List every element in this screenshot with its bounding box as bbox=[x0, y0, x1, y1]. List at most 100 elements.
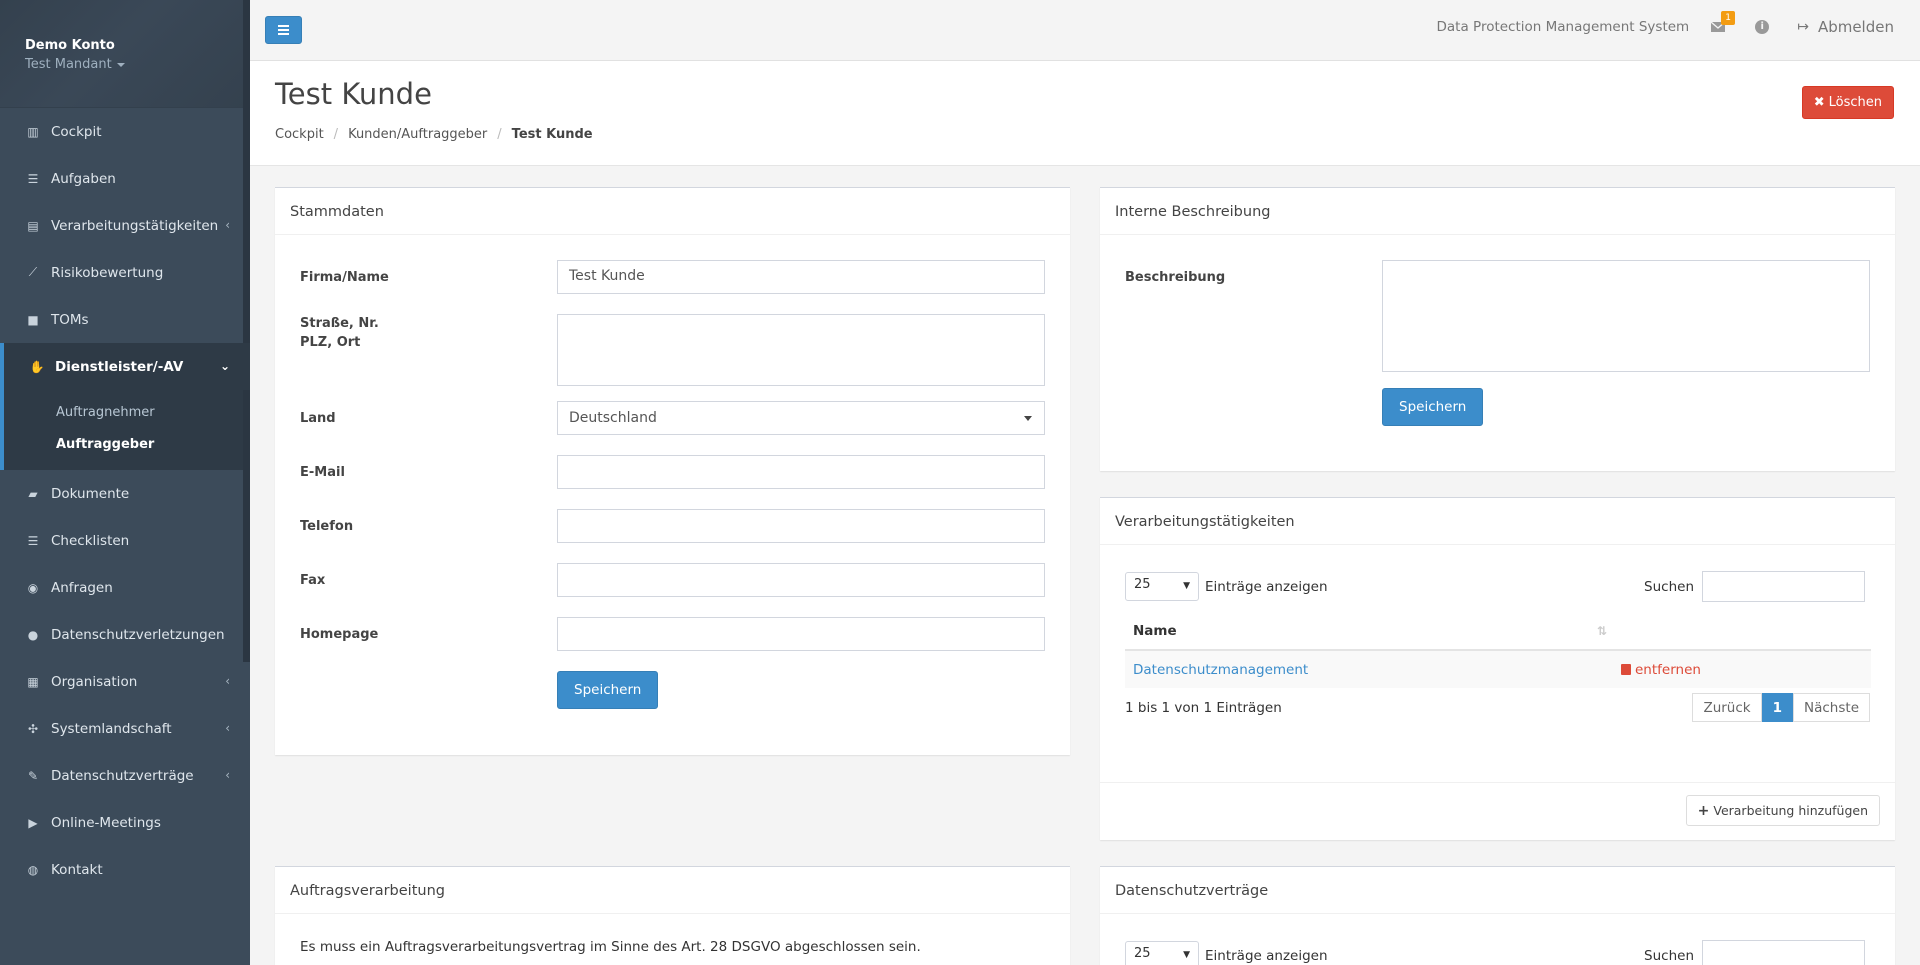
chevron-down-icon: ⌄ bbox=[219, 359, 230, 373]
tenant-name: Test Mandant bbox=[25, 57, 112, 72]
firma-input[interactable]: Test Kunde bbox=[557, 260, 1045, 294]
sign-out-icon: ↦ bbox=[1797, 19, 1809, 35]
breadcrumb-separator: / bbox=[333, 127, 339, 142]
beschreibung-label: Beschreibung bbox=[1125, 270, 1226, 285]
column-name-header[interactable]: Name bbox=[1125, 623, 1177, 639]
telefon-field[interactable] bbox=[557, 509, 1045, 543]
sidebar-item-label: Risikobewertung bbox=[51, 264, 164, 281]
fax-field[interactable] bbox=[557, 563, 1045, 597]
sidebar-item-label: Datenschutzverletzungen bbox=[51, 626, 225, 643]
land-selected: Deutschland bbox=[569, 410, 657, 426]
length-value: 25 bbox=[1134, 577, 1151, 592]
interne-title: Interne Beschreibung bbox=[1100, 188, 1895, 235]
sidebar-item-datenschutzvertraege[interactable]: ✎ Datenschutzverträge ‹ bbox=[0, 752, 250, 799]
address-textarea[interactable] bbox=[557, 314, 1045, 386]
chevron-down-icon: ▼ bbox=[1183, 950, 1190, 960]
homepage-field[interactable] bbox=[557, 617, 1045, 651]
sidebar-item-organisation[interactable]: ▦ Organisation ‹ bbox=[0, 658, 250, 705]
hamburger-icon-line bbox=[278, 33, 289, 35]
sort-icon[interactable]: ⇅ bbox=[1597, 624, 1607, 638]
land-label: Land bbox=[300, 411, 336, 426]
firma-label: Firma/Name bbox=[300, 270, 389, 285]
email-row: E-Mail bbox=[300, 463, 345, 482]
pagination-page-1[interactable]: 1 bbox=[1761, 693, 1794, 722]
sidebar-item-verarbeitungstaetigkeiten[interactable]: ▤ Verarbeitungstätigkeiten ‹ bbox=[0, 202, 250, 249]
stammdaten-save-button[interactable]: Speichern bbox=[557, 671, 659, 709]
verarbeitung-table: Name ⇅ Datenschutzmanagement entfernen bbox=[1125, 613, 1871, 688]
chart-icon: ▥ bbox=[27, 124, 39, 139]
sidebar-subitem-auftragnehmer[interactable]: Auftragnehmer bbox=[4, 396, 250, 428]
length-label: Einträge anzeigen bbox=[1205, 578, 1328, 595]
pagination: Zurück 1 Nächste bbox=[1692, 693, 1870, 722]
sidebar-nav-rest: ▰ Dokumente ☰ Checklisten ◉ Anfragen ● Daten… bbox=[0, 470, 250, 893]
sidebar-item-datenschutzverletzungen[interactable]: ● Datenschutzverletzungen bbox=[0, 611, 250, 658]
vertraege-length-select[interactable]: 25 ▼ bbox=[1125, 941, 1199, 965]
chevron-left-icon: ‹ bbox=[225, 721, 230, 735]
lock-icon: ■ bbox=[27, 312, 39, 327]
vertraege-length: 25 ▼ Einträge anzeigen bbox=[1125, 941, 1328, 965]
fax-row: Fax bbox=[300, 571, 325, 590]
interne-save-button[interactable]: Speichern bbox=[1382, 388, 1484, 426]
sidebar: Demo Konto Test Mandant ▥ Cockpit ☰ Aufgab… bbox=[0, 0, 250, 965]
firma-row: Firma/Name bbox=[300, 268, 389, 287]
handshake-icon: ✋ bbox=[29, 359, 45, 374]
sidebar-item-dienstleister[interactable]: ✋ Dienstleister/-AV ⌄ bbox=[0, 343, 250, 390]
beschreibung-row: Beschreibung bbox=[1125, 268, 1225, 287]
sidebar-item-checklisten[interactable]: ☰ Checklisten bbox=[0, 517, 250, 564]
topbar: Data Protection Management System 1 i ↦ A… bbox=[250, 0, 1920, 61]
sidebar-item-dokumente[interactable]: ▰ Dokumente bbox=[0, 470, 250, 517]
vertraege-search: Suchen bbox=[1644, 940, 1865, 965]
homepage-label: Homepage bbox=[300, 627, 379, 642]
strasse-label: Straße, Nr. bbox=[300, 316, 379, 331]
sidebar-subitem-auftraggeber[interactable]: Auftraggeber bbox=[4, 428, 250, 460]
sidebar-item-aufgaben[interactable]: ☰ Aufgaben bbox=[0, 155, 250, 202]
delete-button[interactable]: ✖ Löschen bbox=[1801, 86, 1894, 119]
sidebar-item-online-meetings[interactable]: ▶ Online-Meetings bbox=[0, 799, 250, 846]
breadcrumb-kunden[interactable]: Kunden/Auftraggeber bbox=[348, 127, 487, 142]
globe-icon: ◍ bbox=[27, 862, 39, 877]
alert-icon: ● bbox=[27, 627, 39, 642]
close-icon: ✖ bbox=[1813, 95, 1825, 110]
logout-label: Abmelden bbox=[1817, 18, 1894, 36]
sidebar-item-cockpit[interactable]: ▥ Cockpit bbox=[0, 108, 250, 155]
logout-button[interactable]: ↦ Abmelden bbox=[1797, 18, 1894, 36]
land-select[interactable]: Deutschland bbox=[557, 401, 1045, 435]
breadcrumb-cockpit[interactable]: Cockpit bbox=[275, 127, 324, 142]
auftrag-text: Es muss ein Auftragsverarbeitungsvertrag… bbox=[300, 939, 921, 955]
delete-label: Löschen bbox=[1828, 95, 1882, 110]
beschreibung-textarea[interactable] bbox=[1382, 260, 1870, 372]
sidebar-item-kontakt[interactable]: ◍ Kontakt bbox=[0, 846, 250, 893]
vertraege-search-input[interactable] bbox=[1702, 940, 1865, 965]
chevron-left-icon: ‹ bbox=[225, 768, 230, 782]
sidebar-item-label: Checklisten bbox=[51, 532, 130, 549]
email-field[interactable] bbox=[557, 455, 1045, 489]
remove-button[interactable]: entfernen bbox=[1621, 662, 1701, 678]
chevron-down-icon: ▼ bbox=[1183, 581, 1190, 591]
table-info: 1 bis 1 von 1 Einträgen bbox=[1125, 700, 1282, 716]
hamburger-icon bbox=[278, 25, 289, 27]
entries-length-select[interactable]: 25 ▼ bbox=[1125, 572, 1199, 601]
sidebar-item-label: Dienstleister/-AV bbox=[55, 358, 184, 375]
menu-toggle-button[interactable] bbox=[265, 16, 302, 44]
sidebar-item-systemlandschaft[interactable]: ✣ Systemlandschaft ‹ bbox=[0, 705, 250, 752]
page-title: Test Kunde bbox=[275, 77, 432, 111]
sidebar-item-risikobewertung[interactable]: ⟋ Risikobewertung bbox=[0, 249, 250, 296]
add-verarbeitung-button[interactable]: + Verarbeitung hinzufügen bbox=[1685, 795, 1880, 826]
length-label: Einträge anzeigen bbox=[1205, 947, 1328, 964]
add-label: Verarbeitung hinzufügen bbox=[1713, 803, 1868, 818]
sidebar-item-toms[interactable]: ■ TOMs bbox=[0, 296, 250, 343]
sidebar-item-anfragen[interactable]: ◉ Anfragen bbox=[0, 564, 250, 611]
plus-icon: + bbox=[1697, 802, 1710, 819]
stammdaten-title: Stammdaten bbox=[275, 188, 1070, 235]
search-input[interactable] bbox=[1702, 571, 1865, 602]
info-icon[interactable]: i bbox=[1755, 20, 1770, 34]
list-icon: ▤ bbox=[27, 218, 39, 233]
tenant-switcher[interactable]: Test Mandant bbox=[25, 57, 250, 72]
pagination-next[interactable]: Nächste bbox=[1793, 693, 1870, 722]
page-header: Test Kunde Cockpit / Kunden/Auftraggeber /… bbox=[250, 61, 1920, 166]
pagination-prev[interactable]: Zurück bbox=[1692, 693, 1762, 722]
row-name-link[interactable]: Datenschutzmanagement bbox=[1125, 662, 1308, 678]
chevron-left-icon: ‹ bbox=[225, 674, 230, 688]
messages-button[interactable]: 1 bbox=[1710, 11, 1735, 33]
chevron-left-icon: ‹ bbox=[225, 218, 230, 232]
